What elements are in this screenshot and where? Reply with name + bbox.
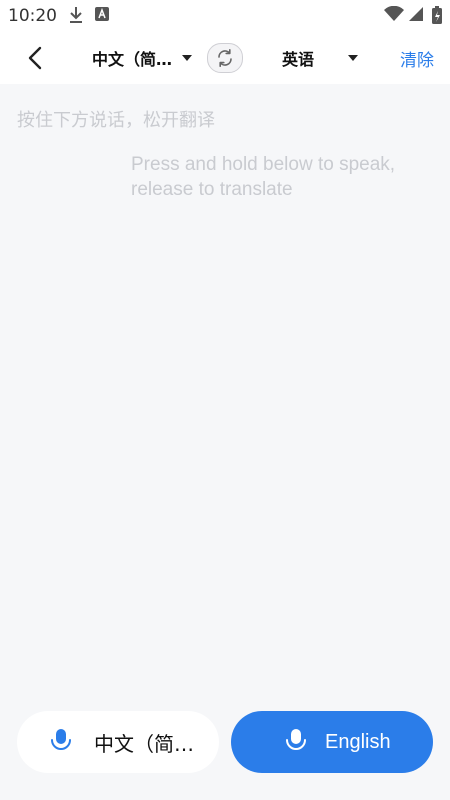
font-a-icon xyxy=(95,6,109,26)
microphone-icon xyxy=(48,727,74,757)
signal-icon xyxy=(408,6,424,26)
download-icon xyxy=(68,6,84,28)
top-bar: 中文（简… 英语 清除 xyxy=(0,32,450,84)
translation-area: 按住下方说话，松开翻译 Press and hold below to spea… xyxy=(0,84,450,800)
hint-text-chinese: 按住下方说话，松开翻译 xyxy=(17,110,215,131)
target-language-select[interactable]: 英语 xyxy=(282,46,359,70)
status-bar: 10:20 xyxy=(0,0,450,32)
speak-english-button[interactable]: English xyxy=(231,711,433,773)
speak-chinese-label: 中文（简… xyxy=(94,731,194,756)
back-arrow-icon[interactable] xyxy=(22,44,50,72)
source-language-label: 中文（简… xyxy=(92,50,173,69)
target-language-label: 英语 xyxy=(282,50,315,69)
source-language-select[interactable]: 中文（简… xyxy=(92,46,193,70)
hint-text-english: Press and hold below to speak, release t… xyxy=(131,154,396,200)
swap-icon xyxy=(218,49,232,67)
swap-languages-button[interactable] xyxy=(207,43,243,73)
status-time: 10:20 xyxy=(8,6,57,26)
chevron-down-icon xyxy=(182,55,193,61)
clear-button[interactable]: 清除 xyxy=(400,46,434,71)
chevron-down-icon xyxy=(348,55,359,61)
speak-english-label: English xyxy=(325,730,391,753)
wifi-icon xyxy=(384,5,404,26)
battery-icon xyxy=(432,6,442,28)
microphone-icon xyxy=(283,727,309,757)
speak-chinese-button[interactable]: 中文（简… xyxy=(17,711,219,773)
